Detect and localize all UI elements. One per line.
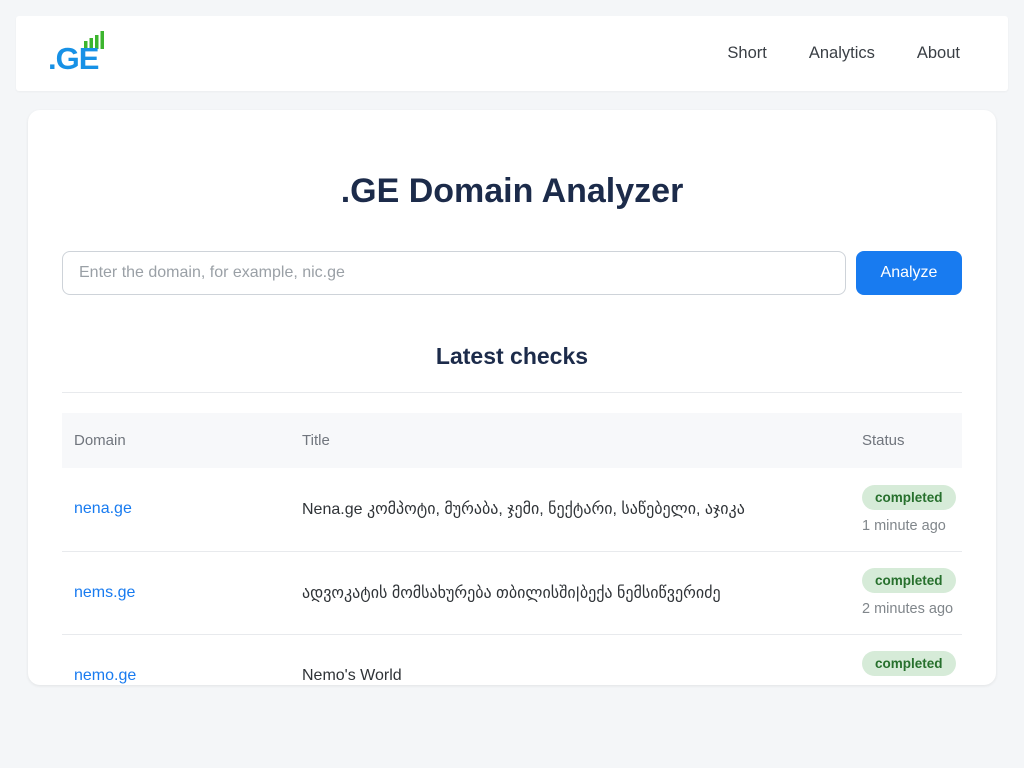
status-badge: completed: [862, 568, 956, 593]
logo-text: .GE: [48, 43, 98, 74]
domain-link[interactable]: nems.ge: [74, 584, 135, 601]
table-row: nena.ge Nena.ge კომპოტი, მურაბა, ჯემი, ნე…: [62, 468, 962, 551]
domain-link[interactable]: nena.ge: [74, 500, 132, 517]
site-logo[interactable]: .GE: [48, 34, 110, 74]
site-title-text: Nena.ge კომპოტი, მურაბა, ჯემი, ნექტარი, …: [302, 501, 745, 518]
main-nav: Short Analytics About: [727, 44, 960, 63]
site-title-text: ადვოკატის მომსახურება თბილისში|ბექა ნემს…: [302, 585, 721, 602]
table-row: nemo.ge Nemo's World completed 2 minutes ag…: [62, 634, 962, 685]
nav-item-short[interactable]: Short: [727, 44, 766, 63]
latest-checks-table: Domain Title Status nena.ge Nena.ge კომპო…: [62, 413, 962, 685]
nav-item-analytics[interactable]: Analytics: [809, 44, 875, 63]
nav-item-about[interactable]: About: [917, 44, 960, 63]
domain-link[interactable]: nemo.ge: [74, 667, 136, 684]
top-navigation-bar: .GE Short Analytics About: [16, 16, 1008, 91]
analyzer-card: .GE Domain Analyzer Analyze Latest check…: [28, 110, 996, 685]
check-timestamp: 1 minute ago: [862, 518, 950, 534]
status-badge: completed: [862, 485, 956, 510]
section-divider: [62, 392, 962, 393]
site-title-text: Nemo's World: [302, 667, 402, 684]
latest-checks-heading: Latest checks: [62, 343, 962, 370]
column-header-status: Status: [850, 413, 962, 468]
column-header-domain: Domain: [62, 413, 290, 468]
table-row: nems.ge ადვოკატის მომსახურება თბილისში|ბე…: [62, 551, 962, 634]
check-timestamp: 2 minutes ago: [862, 684, 950, 685]
page-title: .GE Domain Analyzer: [62, 172, 962, 211]
domain-search-row: Analyze: [62, 251, 962, 295]
analyze-button[interactable]: Analyze: [856, 251, 962, 295]
status-badge: completed: [862, 651, 956, 676]
column-header-title: Title: [290, 413, 850, 468]
domain-search-input[interactable]: [62, 251, 846, 295]
check-timestamp: 2 minutes ago: [862, 601, 950, 617]
table-header-row: Domain Title Status: [62, 413, 962, 468]
